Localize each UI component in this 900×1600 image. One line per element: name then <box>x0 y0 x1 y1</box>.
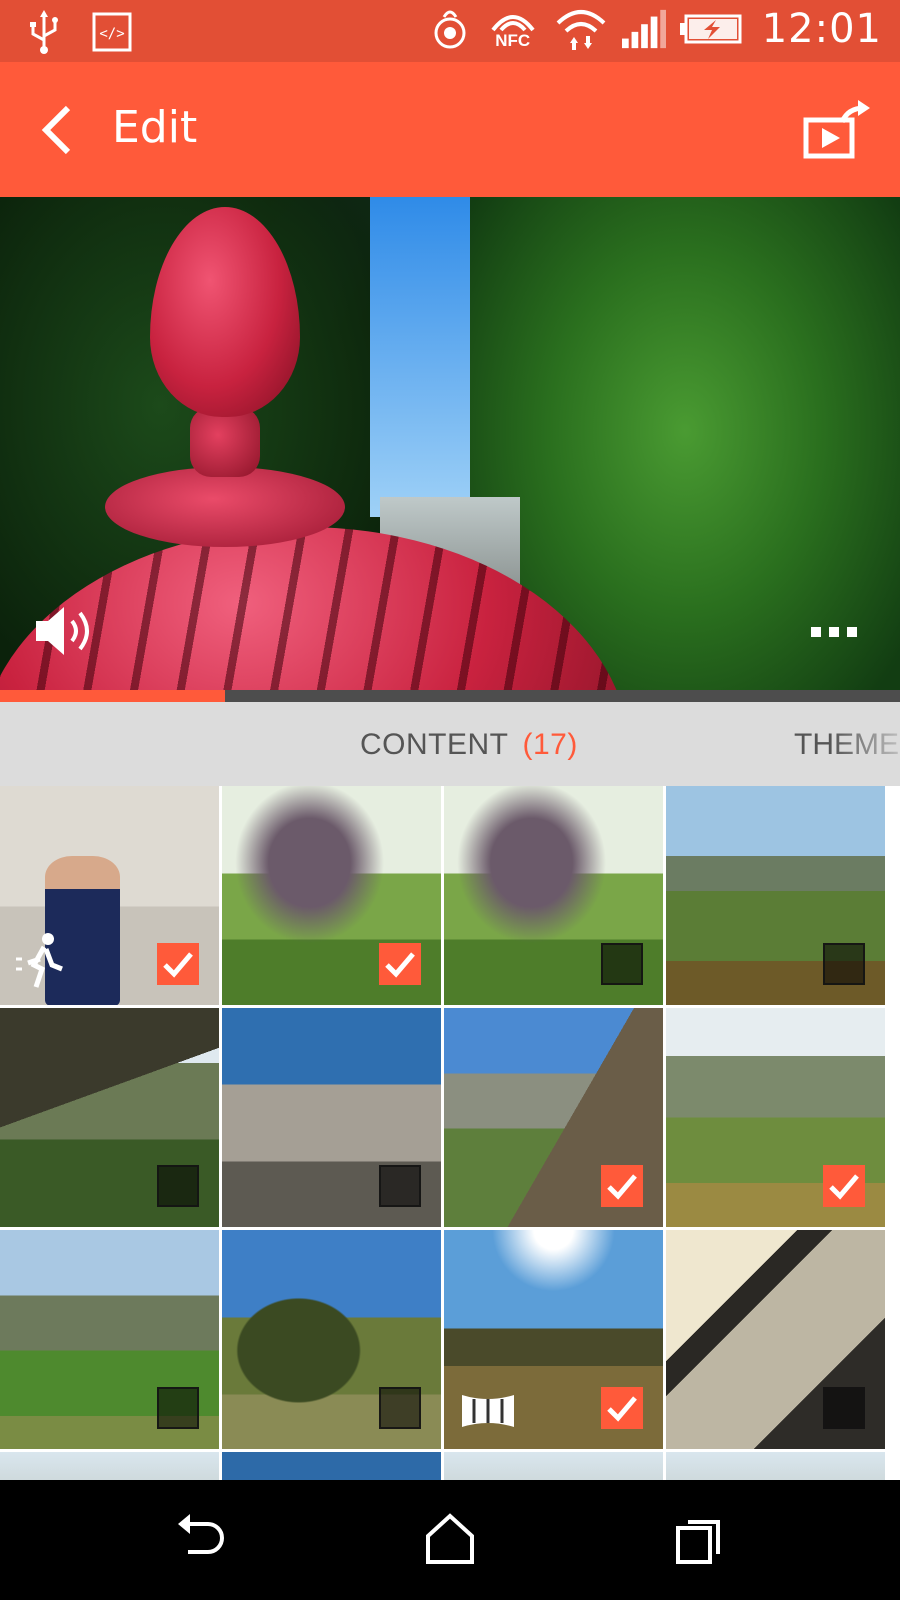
media-thumbnail[interactable] <box>444 1230 663 1449</box>
media-thumbnail[interactable] <box>222 1230 441 1449</box>
volume-button[interactable] <box>34 603 100 659</box>
svg-text:</>: </> <box>99 26 124 42</box>
back-nav-icon <box>178 1514 224 1554</box>
unselected-checkbox[interactable] <box>157 1165 199 1207</box>
unselected-checkbox[interactable] <box>823 1387 865 1429</box>
share-video-icon <box>803 100 870 159</box>
nav-recents-button[interactable] <box>670 1510 730 1570</box>
status-bar: </> NFC 12:01 <box>0 0 900 62</box>
tab-content-count: (17) <box>522 728 578 761</box>
selected-checkbox[interactable] <box>379 943 421 985</box>
selected-checkbox[interactable] <box>157 943 199 985</box>
developer-mode-icon: </> <box>90 10 134 54</box>
nfc-icon: NFC <box>486 7 540 51</box>
chevron-left-icon <box>41 105 71 155</box>
app-bar: Edit <box>0 62 900 197</box>
tab-bar: CONTENT (17) THEMES <box>0 702 900 786</box>
htc-sense-icon <box>428 7 472 51</box>
checkmark-icon <box>163 952 193 978</box>
unselected-checkbox[interactable] <box>601 943 643 985</box>
back-button[interactable] <box>30 100 90 160</box>
media-grid <box>0 786 900 1480</box>
media-thumbnail[interactable] <box>0 1230 219 1449</box>
media-thumbnail[interactable] <box>444 1008 663 1227</box>
media-thumbnail[interactable] <box>444 786 663 1005</box>
media-thumbnail[interactable] <box>222 1452 441 1480</box>
checkmark-icon <box>607 1174 637 1200</box>
media-thumbnail[interactable] <box>222 786 441 1005</box>
navigation-bar <box>0 1480 900 1600</box>
playback-progress[interactable] <box>0 690 900 702</box>
preview-post-neck <box>190 407 260 477</box>
selected-checkbox[interactable] <box>601 1387 643 1429</box>
tab-themes[interactable]: THEMES <box>794 728 900 762</box>
home-nav-icon <box>426 1513 474 1564</box>
recents-nav-icon <box>676 1520 720 1564</box>
clock: 12:01 <box>761 6 882 52</box>
nav-back-button[interactable] <box>170 1510 230 1570</box>
media-thumbnail[interactable] <box>666 1230 885 1449</box>
media-thumbnail[interactable] <box>444 1452 663 1480</box>
nfc-label: NFC <box>495 31 531 50</box>
unselected-checkbox[interactable] <box>823 943 865 985</box>
wifi-icon <box>554 7 608 51</box>
share-video-button[interactable] <box>802 100 872 162</box>
panorama-icon <box>458 1389 518 1433</box>
usb-icon <box>22 10 66 54</box>
more-options-button[interactable] <box>806 617 862 647</box>
signal-icon <box>621 7 666 51</box>
volume-icon <box>36 607 89 655</box>
tab-content-label: CONTENT <box>360 728 509 761</box>
video-preview[interactable] <box>0 197 900 702</box>
more-horizontal-icon <box>811 627 821 637</box>
checkmark-icon <box>829 1174 859 1200</box>
battery-charging-icon <box>679 7 742 51</box>
unselected-checkbox[interactable] <box>157 1387 199 1429</box>
zoe-motion-icon <box>14 929 74 989</box>
media-thumbnail[interactable] <box>0 786 219 1005</box>
nav-home-button[interactable] <box>420 1510 480 1570</box>
selected-checkbox[interactable] <box>823 1165 865 1207</box>
media-thumbnail[interactable] <box>0 1452 219 1480</box>
preview-post-collar <box>105 467 345 547</box>
media-thumbnail[interactable] <box>222 1008 441 1227</box>
media-thumbnail[interactable] <box>666 786 885 1005</box>
selected-checkbox[interactable] <box>601 1165 643 1207</box>
checkmark-icon <box>607 1396 637 1422</box>
page-title: Edit <box>112 102 198 153</box>
playback-progress-fill <box>0 690 225 702</box>
unselected-checkbox[interactable] <box>379 1165 421 1207</box>
media-thumbnail[interactable] <box>0 1008 219 1227</box>
unselected-checkbox[interactable] <box>379 1387 421 1429</box>
checkmark-icon <box>385 952 415 978</box>
media-thumbnail[interactable] <box>666 1452 885 1480</box>
media-thumbnail[interactable] <box>666 1008 885 1227</box>
tab-content[interactable]: CONTENT (17) <box>360 728 578 762</box>
